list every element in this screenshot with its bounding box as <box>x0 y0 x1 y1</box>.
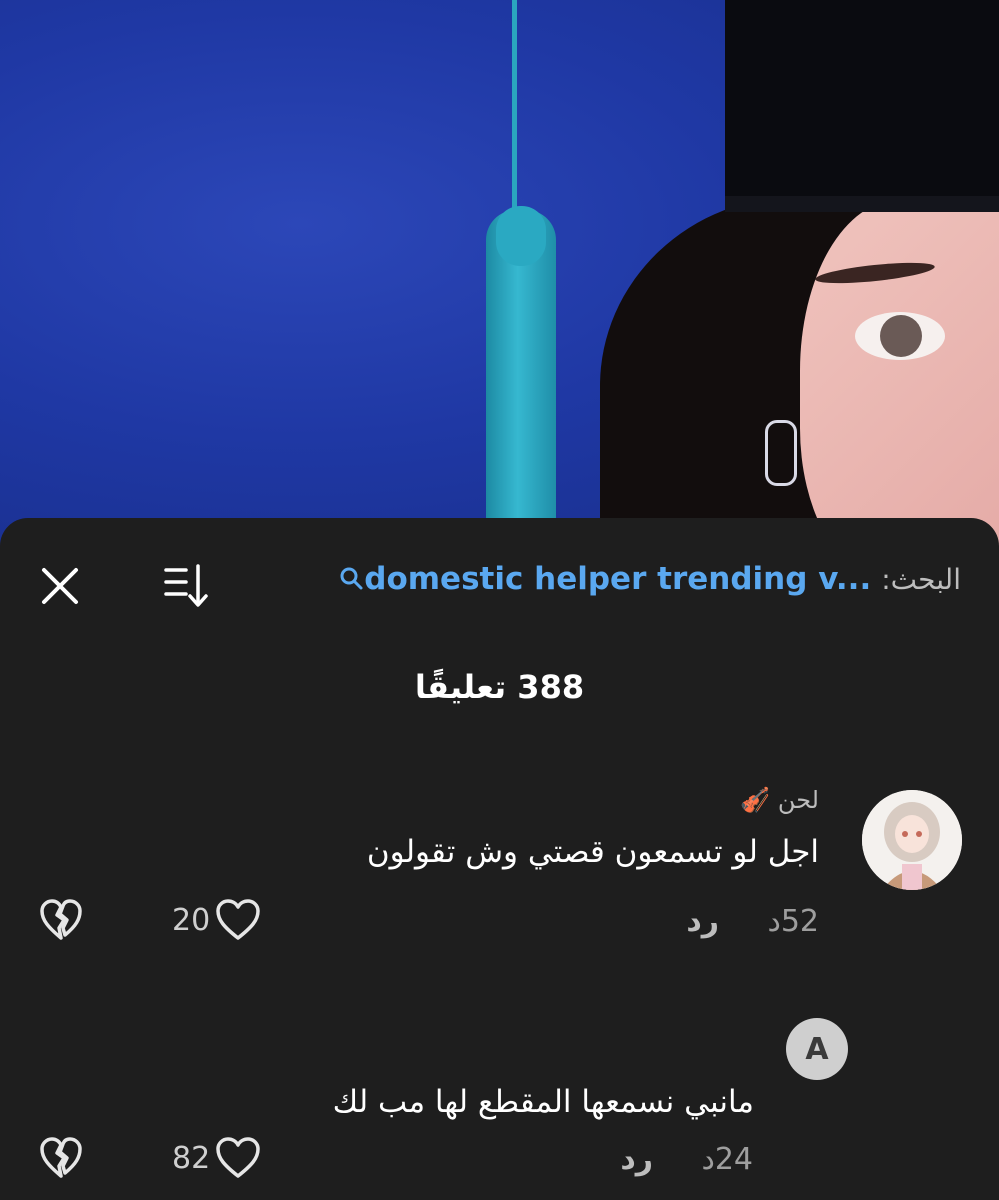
broken-heart-icon <box>40 1137 82 1178</box>
face <box>800 200 999 560</box>
graduation-cap-edge <box>725 196 999 212</box>
avatar-letter: A <box>805 1031 829 1067</box>
search-term[interactable]: domestic helper trending v... <box>364 561 871 597</box>
comment-age: 24د <box>701 1142 753 1177</box>
comment-username[interactable]: لحن 🎻 <box>740 786 819 814</box>
comment-item: A مانبي نسمعها المقطع لها مب لك 24د رد 8… <box>0 1018 999 1198</box>
reply-button[interactable]: رد <box>686 904 719 939</box>
like-button[interactable]: 20 <box>172 898 262 942</box>
avatar[interactable] <box>862 790 962 890</box>
avatar[interactable]: A <box>786 1018 848 1080</box>
sort-icon <box>164 564 208 607</box>
close-icon <box>42 568 78 604</box>
earring <box>765 420 797 486</box>
comment-text: اجل لو تسمعون قصتي وش تقولون <box>366 834 819 870</box>
comment-age: 52د <box>767 904 819 939</box>
close-button[interactable] <box>38 564 82 608</box>
comment-item: لحن 🎻 اجل لو تسمعون قصتي وش تقولون 52د ر… <box>0 776 999 956</box>
search-bar[interactable]: البحث: domestic helper trending v... <box>336 554 961 604</box>
avatar-illustration <box>862 790 962 890</box>
tassel-string <box>512 0 517 220</box>
comment-text: مانبي نسمعها المقطع لها مب لك <box>332 1084 754 1120</box>
sort-button[interactable] <box>162 562 214 610</box>
reply-button[interactable]: رد <box>620 1142 653 1177</box>
comments-count: 388 تعليقًا <box>414 668 585 706</box>
dislike-button[interactable] <box>38 898 84 942</box>
tassel-knot <box>496 206 546 266</box>
comments-sheet: البحث: domestic helper trending v... 388… <box>0 518 999 1200</box>
heart-icon <box>216 899 260 940</box>
sheet-header: البحث: domestic helper trending v... <box>0 518 999 638</box>
graduation-cap <box>725 0 999 210</box>
search-icon <box>340 567 363 590</box>
like-count: 20 <box>172 902 211 938</box>
iris <box>880 315 922 357</box>
like-button[interactable]: 82 <box>172 1136 262 1180</box>
dislike-button[interactable] <box>38 1136 84 1180</box>
search-label: البحث: <box>881 562 961 596</box>
video-frame[interactable] <box>0 0 999 560</box>
heart-icon <box>216 1137 260 1178</box>
like-count: 82 <box>172 1140 211 1176</box>
broken-heart-icon <box>40 899 82 940</box>
